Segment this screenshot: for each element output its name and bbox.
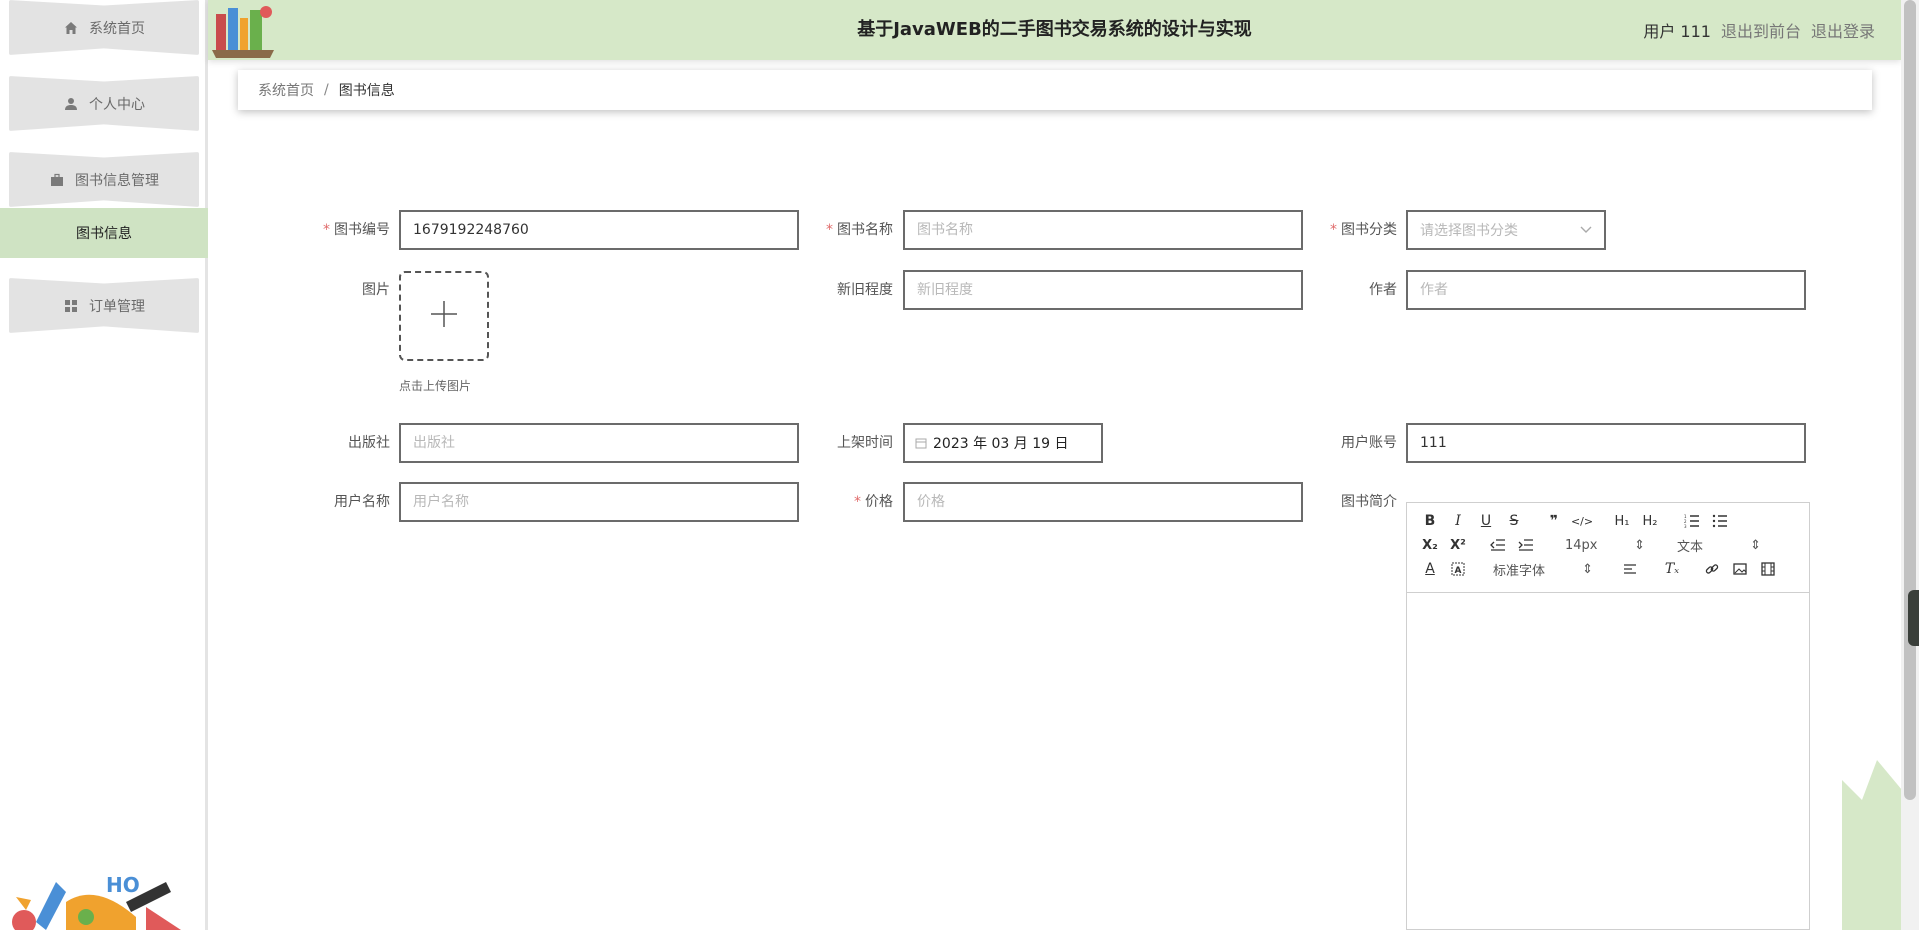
outdent-icon[interactable] <box>1487 535 1509 555</box>
sidebar-item-book-manage[interactable]: 图书信息管理 <box>9 152 199 207</box>
font-family-select[interactable]: 标准字体 ⇕ <box>1493 559 1593 579</box>
sidebar-item-home[interactable]: 系统首页 <box>9 0 199 55</box>
logout-link[interactable]: 退出登录 <box>1811 18 1875 42</box>
listing-date-label: 上架时间 <box>837 435 893 451</box>
subscript-icon[interactable]: X₂ <box>1419 535 1441 555</box>
sidebar-item-label: 系统首页 <box>89 20 145 37</box>
sidebar-item-label: 订单管理 <box>89 298 145 315</box>
image-label: 图片 <box>362 282 390 298</box>
link-icon[interactable] <box>1701 559 1723 579</box>
bookshelf-logo <box>212 6 274 58</box>
font-family-value: 标准字体 <box>1493 563 1546 579</box>
image-upload-button[interactable] <box>399 271 489 361</box>
font-size-select[interactable]: 14px ⇕ <box>1565 535 1645 555</box>
publisher-label: 出版社 <box>348 435 390 451</box>
sidebar-subitem-book-info[interactable]: 图书信息 <box>0 208 208 258</box>
header-actions: 用户 111 退出到前台 退出登录 <box>1643 0 1875 60</box>
back-to-front-link[interactable]: 退出到前台 <box>1721 18 1801 42</box>
sidebar-item-label: 图书信息管理 <box>75 172 159 189</box>
select-arrows-icon: ⇕ <box>1582 561 1593 577</box>
price-input[interactable] <box>903 482 1303 522</box>
user-name-input[interactable] <box>399 482 799 522</box>
alphabet-illustration: HO <box>12 873 181 930</box>
user-name-label: 用户名称 <box>334 494 390 510</box>
underline-icon[interactable]: U <box>1475 511 1497 531</box>
sidebar: 系统首页 个人中心 图书信息管理 图书信息 订单管理 HO <box>0 0 208 930</box>
home-icon <box>63 20 79 36</box>
indent-icon[interactable] <box>1515 535 1537 555</box>
book-name-label: * 图书名称 <box>826 222 893 238</box>
upload-tip: 点击上传图片 <box>399 379 472 393</box>
book-category-select[interactable]: 请选择图书分类 <box>1406 210 1606 250</box>
grid-icon <box>63 298 79 314</box>
scrollbar-thumb[interactable] <box>1904 0 1916 800</box>
breadcrumb-separator: / <box>324 82 329 98</box>
intro-label: 图书简介 <box>1341 494 1397 510</box>
svg-text:3: 3 <box>1684 524 1687 528</box>
decorative-leaves <box>1842 760 1902 930</box>
ordered-list-icon[interactable]: 123 <box>1681 511 1703 531</box>
book-no-input[interactable] <box>399 210 799 250</box>
editor-toolbar: B I U S ❞ </> H₁ H₂ 123 X₂ X² 14px ⇕ 文本 … <box>1407 503 1809 593</box>
bold-icon[interactable]: B <box>1419 511 1441 531</box>
user-account-label: 用户账号 <box>1341 435 1397 451</box>
select-arrows-icon: ⇕ <box>1750 537 1761 553</box>
top-header: 基于JavaWEB的二手图书交易系统的设计与实现 用户 111 退出到前台 退出… <box>208 0 1901 60</box>
book-name-input[interactable] <box>903 210 1303 250</box>
current-user: 用户 111 <box>1643 22 1711 41</box>
italic-icon[interactable]: I <box>1447 511 1469 531</box>
listing-date-value: 2023 年 03 月 19 日 <box>933 436 1069 452</box>
breadcrumb-home[interactable]: 系统首页 <box>258 80 314 100</box>
intro-editor: B I U S ❞ </> H₁ H₂ 123 X₂ X² 14px ⇕ 文本 … <box>1406 502 1810 930</box>
svg-text:HO: HO <box>106 873 140 897</box>
listing-date-picker[interactable]: 2023 年 03 月 19 日 <box>903 423 1103 463</box>
plus-icon <box>429 299 459 333</box>
align-left-icon[interactable] <box>1619 559 1641 579</box>
sidebar-item-orders[interactable]: 订单管理 <box>9 278 199 333</box>
editor-content-area[interactable] <box>1407 593 1809 931</box>
sidebar-item-label: 个人中心 <box>89 96 145 113</box>
side-panel-handle[interactable] <box>1908 590 1919 646</box>
condition-label: 新旧程度 <box>837 282 893 298</box>
font-size-value: 14px <box>1565 537 1598 553</box>
user-icon <box>63 96 79 112</box>
user-account-input[interactable] <box>1406 423 1806 463</box>
image-icon[interactable] <box>1729 559 1751 579</box>
calendar-icon <box>915 437 927 449</box>
sidebar-item-personal[interactable]: 个人中心 <box>9 76 199 131</box>
author-label: 作者 <box>1369 282 1397 298</box>
breadcrumb-current: 图书信息 <box>338 83 395 99</box>
book-no-label: * 图书编号 <box>323 222 390 238</box>
select-arrows-icon: ⇕ <box>1634 537 1645 553</box>
video-icon[interactable] <box>1757 559 1779 579</box>
background-color-icon[interactable]: A <box>1447 559 1469 579</box>
publisher-input[interactable] <box>399 423 799 463</box>
price-label: * 价格 <box>854 494 893 510</box>
font-color-icon[interactable]: A <box>1419 559 1441 579</box>
heading-value: 文本 <box>1677 539 1704 555</box>
breadcrumb: 系统首页 / 图书信息 <box>238 70 1872 110</box>
condition-input[interactable] <box>903 270 1303 310</box>
book-category-label: * 图书分类 <box>1330 222 1397 238</box>
blockquote-icon[interactable]: ❞ <box>1543 511 1565 531</box>
chevron-down-icon <box>1580 222 1592 238</box>
sidebar-subitem-label: 图书信息 <box>76 226 132 242</box>
heading-1-icon[interactable]: H₁ <box>1611 511 1633 531</box>
svg-text:A: A <box>1455 566 1462 576</box>
code-block-icon[interactable]: </> <box>1571 511 1593 531</box>
bullet-list-icon[interactable] <box>1709 511 1731 531</box>
strikethrough-icon[interactable]: S <box>1503 511 1525 531</box>
author-input[interactable] <box>1406 270 1806 310</box>
briefcase-icon <box>49 172 65 188</box>
book-category-placeholder: 请选择图书分类 <box>1420 223 1518 239</box>
heading-select[interactable]: 文本 ⇕ <box>1677 535 1761 555</box>
clear-format-icon[interactable]: Tₓ <box>1661 559 1683 579</box>
heading-2-icon[interactable]: H₂ <box>1639 511 1661 531</box>
superscript-icon[interactable]: X² <box>1447 535 1469 555</box>
